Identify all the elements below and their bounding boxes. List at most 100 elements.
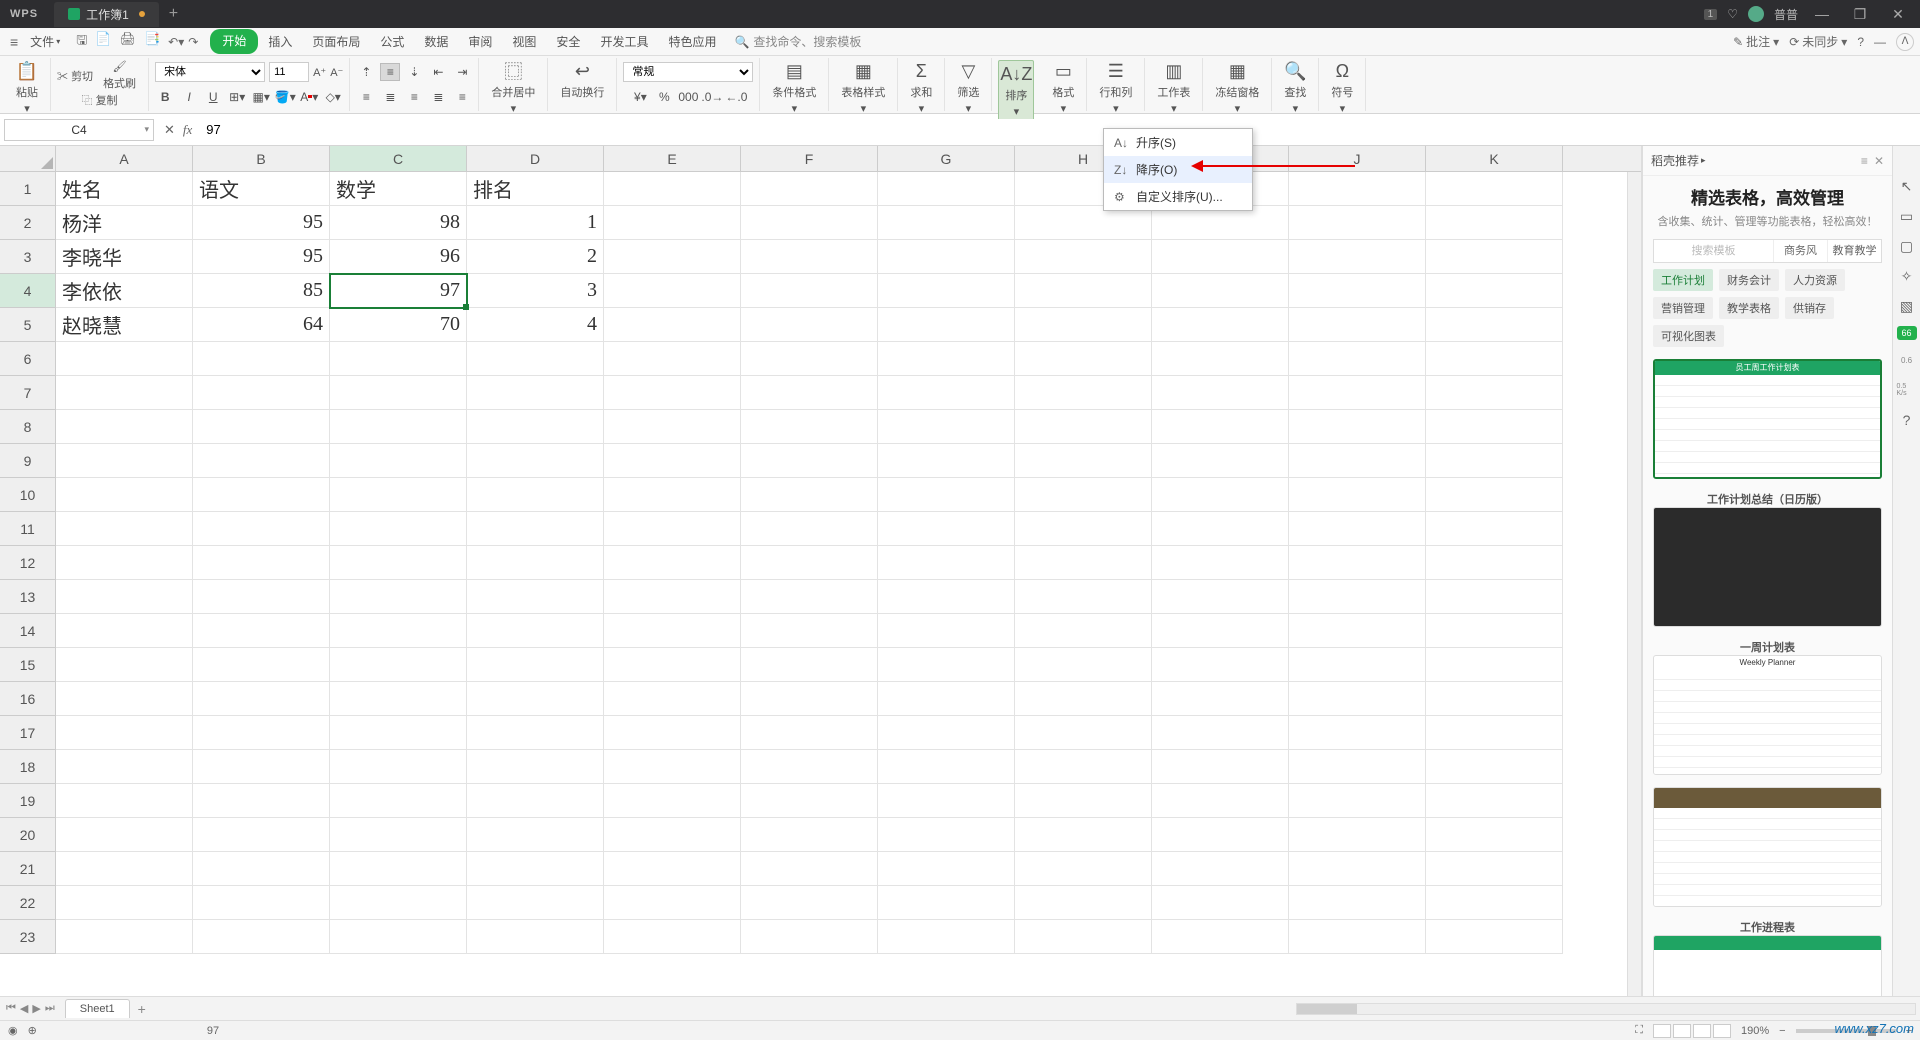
cell[interactable] (1152, 852, 1289, 886)
cell[interactable] (330, 342, 467, 376)
row-header[interactable]: 7 (0, 376, 56, 410)
shape-tool-icon[interactable]: ▧ (1897, 296, 1917, 316)
tag-finance[interactable]: 财务会计 (1719, 269, 1779, 291)
row-header[interactable]: 6 (0, 342, 56, 376)
col-header-C[interactable]: C (330, 146, 467, 171)
cell[interactable] (1426, 274, 1563, 308)
cell[interactable] (1152, 546, 1289, 580)
sort-custom-item[interactable]: ⚙自定义排序(U)... (1104, 183, 1252, 210)
row-header[interactable]: 19 (0, 784, 56, 818)
cell[interactable] (467, 784, 604, 818)
cell[interactable] (741, 512, 878, 546)
note-tool-icon[interactable]: ▢ (1897, 236, 1917, 256)
cell[interactable] (1289, 784, 1426, 818)
ribbon-collapse-icon[interactable]: ᐱ (1896, 33, 1914, 51)
cell[interactable] (1426, 886, 1563, 920)
align-middle-button[interactable]: ≡ (380, 63, 400, 81)
sheet-prev-icon[interactable]: ◀ (20, 1002, 28, 1015)
cell[interactable] (56, 614, 193, 648)
symbol-button[interactable]: Ω符号▾ (1325, 60, 1359, 115)
undo-icon[interactable]: ↶▾ (168, 35, 184, 49)
cell[interactable] (1015, 512, 1152, 546)
cell[interactable] (330, 682, 467, 716)
row-header[interactable]: 2 (0, 206, 56, 240)
tag-visual[interactable]: 可视化图表 (1653, 325, 1724, 347)
cell[interactable] (878, 716, 1015, 750)
cell[interactable] (1015, 750, 1152, 784)
cell[interactable] (1426, 648, 1563, 682)
row-header[interactable]: 14 (0, 614, 56, 648)
cell[interactable] (878, 784, 1015, 818)
row-header[interactable]: 16 (0, 682, 56, 716)
cell[interactable] (604, 546, 741, 580)
cell[interactable] (467, 920, 604, 954)
sort-desc-item[interactable]: Z↓降序(O) (1104, 156, 1252, 183)
cell[interactable] (1015, 342, 1152, 376)
cell[interactable] (1289, 512, 1426, 546)
cell[interactable] (1426, 512, 1563, 546)
cell[interactable] (1015, 444, 1152, 478)
cell[interactable] (741, 546, 878, 580)
row-header[interactable]: 15 (0, 648, 56, 682)
cell[interactable] (878, 546, 1015, 580)
cell[interactable] (1426, 818, 1563, 852)
cell[interactable] (1289, 308, 1426, 342)
cell[interactable] (1426, 478, 1563, 512)
cell[interactable] (878, 512, 1015, 546)
cell[interactable] (1426, 376, 1563, 410)
sheet-tab[interactable]: Sheet1 (65, 999, 130, 1018)
cell[interactable] (878, 614, 1015, 648)
cell[interactable] (1289, 410, 1426, 444)
cell[interactable] (467, 580, 604, 614)
ribbon-min-icon[interactable]: — (1874, 35, 1886, 49)
cell[interactable] (1426, 342, 1563, 376)
cell[interactable] (1015, 546, 1152, 580)
cell[interactable] (1289, 750, 1426, 784)
freeze-panes-button[interactable]: ▦冻结窗格▾ (1209, 60, 1265, 115)
cell[interactable] (1289, 920, 1426, 954)
cell[interactable] (878, 444, 1015, 478)
cell[interactable] (193, 342, 330, 376)
cell[interactable]: 2 (467, 240, 604, 274)
cell[interactable] (741, 784, 878, 818)
cell[interactable] (330, 852, 467, 886)
cell[interactable] (1152, 818, 1289, 852)
cell[interactable]: 3 (467, 274, 604, 308)
cell[interactable] (741, 444, 878, 478)
indent-increase-button[interactable]: ⇥ (452, 63, 472, 81)
new-tab-button[interactable]: + (159, 5, 188, 23)
cell[interactable] (467, 682, 604, 716)
cell[interactable] (193, 682, 330, 716)
cell[interactable] (741, 750, 878, 784)
cell[interactable] (330, 376, 467, 410)
cell[interactable] (741, 308, 878, 342)
row-header[interactable]: 3 (0, 240, 56, 274)
cell[interactable] (604, 784, 741, 818)
template-item[interactable]: 工作进程表 (1653, 919, 1882, 996)
cell[interactable] (741, 274, 878, 308)
align-justify-button[interactable]: ≣ (428, 88, 448, 106)
cell[interactable] (467, 886, 604, 920)
cell[interactable] (56, 818, 193, 852)
cell[interactable] (1015, 240, 1152, 274)
cell[interactable] (741, 580, 878, 614)
fx-icon[interactable]: fx (183, 122, 192, 138)
tag-work-plan[interactable]: 工作计划 (1653, 269, 1713, 291)
cell[interactable] (193, 376, 330, 410)
favorite-icon[interactable]: ♡ (1727, 7, 1738, 21)
fullscreen-icon[interactable]: ⛶ (1635, 1024, 1643, 1037)
cell[interactable] (1015, 920, 1152, 954)
cell[interactable]: 语文 (193, 172, 330, 206)
cell[interactable]: 98 (330, 206, 467, 240)
window-restore-button[interactable]: ❐ (1846, 6, 1874, 23)
cell[interactable] (56, 478, 193, 512)
cell[interactable] (604, 920, 741, 954)
cell[interactable] (1289, 886, 1426, 920)
cell[interactable] (741, 410, 878, 444)
col-header-E[interactable]: E (604, 146, 741, 171)
col-header-A[interactable]: A (56, 146, 193, 171)
cell[interactable] (1426, 580, 1563, 614)
font-name-select[interactable]: 宋体 (155, 62, 265, 82)
cell[interactable] (1015, 716, 1152, 750)
cell[interactable] (193, 852, 330, 886)
